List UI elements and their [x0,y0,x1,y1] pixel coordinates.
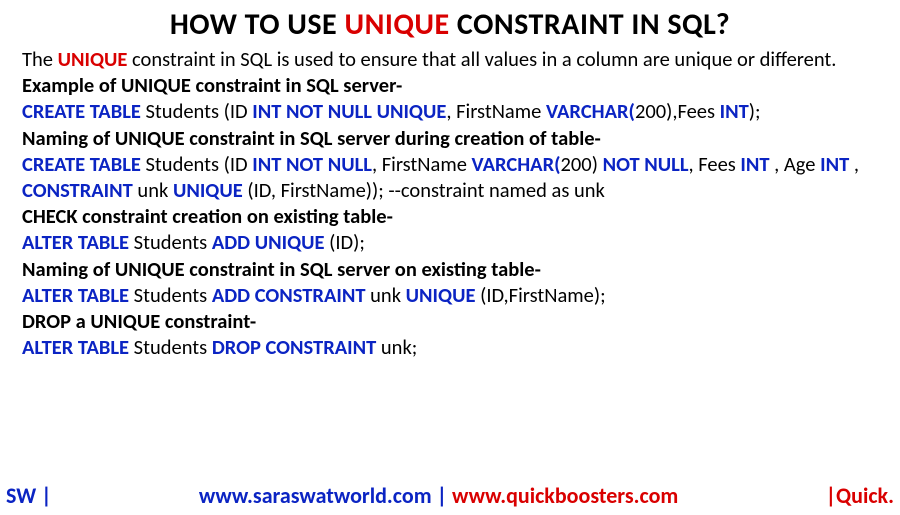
kw-int-not-null: INT NOT NULL [252,151,372,177]
code-example-4: ALTER TABLE Students ADD CONSTRAINT unk … [22,283,878,307]
kw-constraint: CONSTRAINT [22,177,133,203]
kw-add-constraint: ADD CONSTRAINT [212,282,366,308]
code-text: ); [749,98,761,124]
code-text: 200) [561,151,603,177]
code-example-2b: CONSTRAINT unk UNIQUE (ID, FirstName)); … [22,178,878,202]
footer-sep: | [432,482,452,509]
code-text: (ID); [325,229,365,255]
kw-not-null: NOT NULL [603,151,689,177]
kw-int: INT [720,98,749,124]
kw-int: INT [820,151,849,177]
code-text: Students [129,282,212,308]
kw-int: INT [740,151,769,177]
code-text: , FirstName [372,151,472,177]
kw-alter-table: ALTER TABLE [22,229,129,255]
code-text: Students [129,229,212,255]
code-text: unk; [376,334,417,360]
code-text: 200),Fees [635,98,720,124]
footer-left: SW | [6,482,52,509]
intro-text-2: constraint in SQL is used to ensure that… [127,46,836,72]
intro-line: The UNIQUE constraint in SQL is used to … [22,47,878,71]
slide: HOW TO USE UNIQUE CONSTRAINT IN SQL? The… [0,0,900,515]
title-mid: UNIQUE [344,6,449,43]
heading-example-1: Example of UNIQUE constraint in SQL serv… [22,73,878,97]
code-text: Students (ID [141,98,252,124]
footer: SW | www.saraswatworld.com | www.quickbo… [0,482,900,509]
footer-center: www.saraswatworld.com | www.quickbooster… [52,482,826,509]
code-text: (ID, FirstName)); --constraint named as … [243,177,605,203]
kw-create-table: CREATE TABLE [22,98,141,124]
kw-varchar: VARCHAR( [472,151,561,177]
footer-link-1: www.saraswatworld.com [199,482,432,509]
kw-varchar: VARCHAR( [546,98,635,124]
kw-add-unique: ADD UNIQUE [212,229,325,255]
code-example-2a: CREATE TABLE Students (ID INT NOT NULL, … [22,152,878,176]
footer-right: |Quick. [826,482,894,509]
heading-example-3: CHECK constraint creation on existing ta… [22,204,878,228]
code-text: , FirstName [446,98,546,124]
heading-example-4: Naming of UNIQUE constraint in SQL serve… [22,257,878,281]
kw-unique: UNIQUE [173,177,243,203]
title-post: CONSTRAINT IN SQL? [450,6,731,43]
code-text: , Age [770,151,821,177]
intro-keyword: UNIQUE [58,46,128,72]
code-text: unk [133,177,173,203]
kw-drop-constraint: DROP CONSTRAINT [212,334,376,360]
code-example-1: CREATE TABLE Students (ID INT NOT NULL U… [22,99,878,123]
kw-alter-table: ALTER TABLE [22,334,129,360]
code-text: , Fees [689,151,741,177]
footer-link-2: www.quickboosters.com [452,482,678,509]
intro-text: The [22,46,58,72]
code-text: unk [366,282,406,308]
kw-unique: UNIQUE [406,282,476,308]
code-example-5: ALTER TABLE Students DROP CONSTRAINT unk… [22,335,878,359]
heading-example-5: DROP a UNIQUE constraint- [22,309,878,333]
code-text: Students [129,334,212,360]
kw-alter-table: ALTER TABLE [22,282,129,308]
kw-create-table: CREATE TABLE [22,151,141,177]
code-text: , [849,151,859,177]
page-title: HOW TO USE UNIQUE CONSTRAINT IN SQL? [22,6,878,43]
code-example-3: ALTER TABLE Students ADD UNIQUE (ID); [22,230,878,254]
heading-example-2: Naming of UNIQUE constraint in SQL serve… [22,126,878,150]
title-pre: HOW TO USE [170,6,345,43]
code-text: (ID,FirstName); [475,282,605,308]
code-text: Students (ID [141,151,252,177]
kw-int-not-null-unique: INT NOT NULL UNIQUE [252,98,446,124]
